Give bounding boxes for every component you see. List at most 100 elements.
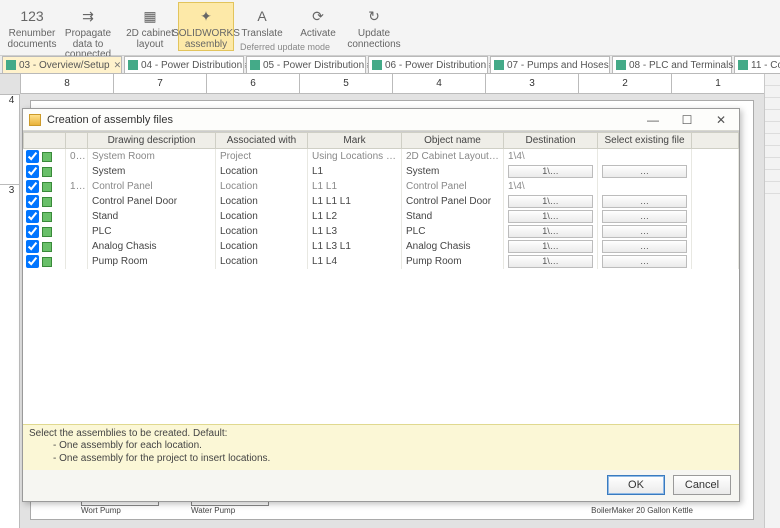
col-header-0[interactable] [24,133,66,149]
footer-block-c: BoilerMaker 20 Gallon Kettle [591,506,693,515]
doc-tab-label: 11 - Control Panel [751,60,780,71]
cell-dest: 1\… [504,194,598,209]
doc-tab-2[interactable]: 05 - Power Distribution #2✕ [246,56,366,73]
assembly-grid[interactable]: Drawing descriptionAssociated withMarkOb… [23,131,739,424]
col-header-3[interactable]: Associated with [216,133,308,149]
ribbon-btn-update[interactable]: ↻Updateconnections [346,2,402,51]
ruler-h-tick: 8 [20,74,113,93]
destination-button[interactable]: 1\… [508,240,593,253]
table-row[interactable]: 10Control PanelLocationL1 L1Control Pane… [24,179,739,194]
solidworks-icon: ✦ [195,5,217,27]
row-checkbox[interactable] [26,210,39,223]
assembly-icon [42,197,52,207]
cell-mark: L1 L3 L1 [308,239,402,254]
cell-check [24,164,66,179]
window-minimize-button[interactable]: — [641,113,665,127]
dialog-create-assembly-files: Creation of assembly files — ☐ ✕ Drawing… [22,108,740,502]
table-row[interactable]: StandLocationL1 L2Stand1\…… [24,209,739,224]
hint-line-1: - One assembly for each location. [29,440,733,453]
update-icon: ↻ [363,5,385,27]
row-checkbox[interactable] [26,180,39,193]
dialog-hint: Select the assemblies to be created. Def… [23,424,739,471]
doc-tab-icon [372,60,382,70]
table-row[interactable]: 09System RoomProjectUsing Locations in S… [24,149,739,165]
cell-num [66,254,88,269]
cell-check [24,239,66,254]
ribbon-btn-label2: assembly [185,40,227,51]
destination-button[interactable]: 1\… [508,165,593,178]
row-checkbox[interactable] [26,225,39,238]
cell-assoc: Location [216,239,308,254]
table-row[interactable]: Analog ChasisLocationL1 L3 L1Analog Chas… [24,239,739,254]
row-checkbox[interactable] [26,195,39,208]
col-header-5[interactable]: Object name [402,133,504,149]
ok-button[interactable]: OK [607,475,665,495]
ribbon-btn-label: Translate [241,29,282,40]
cell-exist: … [598,254,692,269]
cell-mark: L1 L1 [308,179,402,194]
doc-tab-0[interactable]: 03 - Overview/Setup✕ [2,56,122,73]
destination-button[interactable]: 1\… [508,195,593,208]
destination-button[interactable]: 1\… [508,255,593,268]
ribbon-btn-label: Activate [300,29,336,40]
ribbon-btn-label: SOLIDWORKS [172,29,240,40]
row-checkbox[interactable] [26,240,39,253]
cell-obj: Control Panel [402,179,504,194]
doc-tab-icon [128,60,138,70]
cell-obj: PLC [402,224,504,239]
doc-tab-icon [494,60,504,70]
ribbon-btn-solidworks[interactable]: ✦SOLIDWORKSassembly [178,2,234,51]
translate-icon: A [251,5,273,27]
select-existing-button[interactable]: … [602,195,687,208]
close-icon[interactable]: ✕ [114,60,122,71]
select-existing-button[interactable]: … [602,165,687,178]
doc-tab-1[interactable]: 04 - Power Distribution #1✕ [124,56,244,73]
table-row[interactable]: Control Panel DoorLocationL1 L1 L1Contro… [24,194,739,209]
doc-tab-4[interactable]: 07 - Pumps and Hoses✕ [490,56,610,73]
table-row[interactable]: Pump RoomLocationL1 L4Pump Room1\…… [24,254,739,269]
col-header-1[interactable] [66,133,88,149]
doc-tab-3[interactable]: 06 - Power Distribution #3✕ [368,56,488,73]
window-close-button[interactable]: ✕ [709,113,733,127]
dialog-titlebar[interactable]: Creation of assembly files — ☐ ✕ [23,109,739,131]
cell-check [24,179,66,194]
table-row[interactable]: PLCLocationL1 L3PLC1\…… [24,224,739,239]
doc-tab-6[interactable]: 11 - Control Panel✕ [734,56,780,73]
cell-obj: Pump Room [402,254,504,269]
select-existing-button[interactable]: … [602,225,687,238]
cell-desc: System [88,164,216,179]
cell-num [66,239,88,254]
col-header-7[interactable]: Select existing file [598,133,692,149]
table-row[interactable]: SystemLocationL1System1\…… [24,164,739,179]
destination-button[interactable]: 1\… [508,210,593,223]
select-existing-button[interactable]: … [602,210,687,223]
row-checkbox[interactable] [26,255,39,268]
select-existing-button[interactable]: … [602,240,687,253]
ruler-h-tick: 3 [485,74,578,93]
dialog-button-row: OK Cancel [23,470,739,501]
hint-title: Select the assemblies to be created. Def… [29,428,733,441]
footer-sub-b: Water Pump [191,506,269,515]
col-header-4[interactable]: Mark [308,133,402,149]
window-maximize-button[interactable]: ☐ [675,113,699,127]
cancel-button[interactable]: Cancel [673,475,731,495]
cell-check [24,149,66,165]
2d-cabinet-icon: ▦ [139,5,161,27]
destination-button[interactable]: 1\… [508,225,593,238]
ribbon-btn-label2: layout [137,40,164,51]
row-checkbox[interactable] [26,165,39,178]
doc-tab-label: 08 - PLC and Terminals [629,60,733,71]
doc-tab-5[interactable]: 08 - PLC and Terminals✕ [612,56,732,73]
doc-tab-label: 06 - Power Distribution #3 [385,60,500,71]
ribbon-btn-label: Renumber [9,29,56,40]
col-header-2[interactable]: Drawing description [88,133,216,149]
doc-tab-label: 04 - Power Distribution #1 [141,60,256,71]
cell-desc: Analog Chasis [88,239,216,254]
doc-tab-icon [6,60,16,70]
ribbon-btn-2d-cabinet[interactable]: ▦2D cabinetlayout [122,2,178,51]
cell-check [24,254,66,269]
select-existing-button[interactable]: … [602,255,687,268]
col-header-6[interactable]: Destination [504,133,598,149]
row-checkbox[interactable] [26,150,39,163]
cell-obj: Control Panel Door [402,194,504,209]
